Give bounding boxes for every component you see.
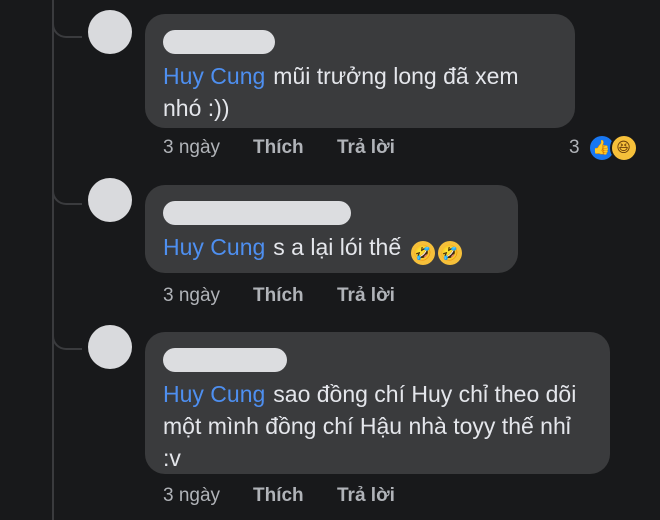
mention-link[interactable]: Huy Cung: [163, 381, 265, 407]
like-button[interactable]: Thích: [253, 137, 337, 159]
avatar[interactable]: [88, 10, 132, 54]
reply-button[interactable]: Trả lời: [337, 137, 395, 159]
reply-connector: [52, 18, 82, 38]
commenter-name-blurred[interactable]: [163, 30, 275, 54]
reply-button[interactable]: Trả lời: [337, 285, 395, 307]
comment-bubble: Huy Cung mũi trưởng long đã xem nhó :)): [145, 14, 575, 128]
comment-actions: 3 ngày Thích Trả lời: [163, 285, 395, 307]
timestamp[interactable]: 3 ngày: [163, 285, 253, 307]
reaction-count: 3: [569, 137, 580, 158]
comment-actions: 3 ngày Thích Trả lời: [163, 137, 395, 159]
reply-connector: [52, 330, 82, 350]
commenter-name-blurred[interactable]: [163, 348, 287, 372]
timestamp[interactable]: 3 ngày: [163, 137, 253, 159]
avatar[interactable]: [88, 178, 132, 222]
thread-line: [52, 0, 54, 520]
haha-icon: 😆: [609, 134, 638, 162]
comment-bubble: Huy Cung s a lại lói thế 🤣 🤣: [145, 185, 518, 273]
reaction-summary[interactable]: 3 👍 😆: [569, 134, 638, 162]
rofl-icon: 🤣: [437, 241, 462, 265]
timestamp[interactable]: 3 ngày: [163, 485, 253, 507]
mention-link[interactable]: Huy Cung: [163, 63, 265, 89]
avatar[interactable]: [88, 325, 132, 369]
commenter-name-blurred[interactable]: [163, 201, 351, 225]
rofl-icon: 🤣: [410, 241, 435, 265]
comment-text: Huy Cung s a lại lói thế 🤣 🤣: [163, 231, 500, 265]
like-button[interactable]: Thích: [253, 285, 337, 307]
reply-connector: [52, 185, 82, 205]
reply-button[interactable]: Trả lời: [337, 485, 395, 507]
comment-actions: 3 ngày Thích Trả lời: [163, 485, 395, 507]
comment-text: Huy Cung mũi trưởng long đã xem nhó :)): [163, 60, 557, 124]
comment-text: Huy Cung sao đồng chí Huy chỉ theo dõi mộ…: [163, 378, 592, 474]
comment-bubble: Huy Cung sao đồng chí Huy chỉ theo dõi mộ…: [145, 332, 610, 474]
mention-link[interactable]: Huy Cung: [163, 234, 265, 260]
like-button[interactable]: Thích: [253, 485, 337, 507]
comment-body: s a lại lói thế: [273, 234, 402, 260]
